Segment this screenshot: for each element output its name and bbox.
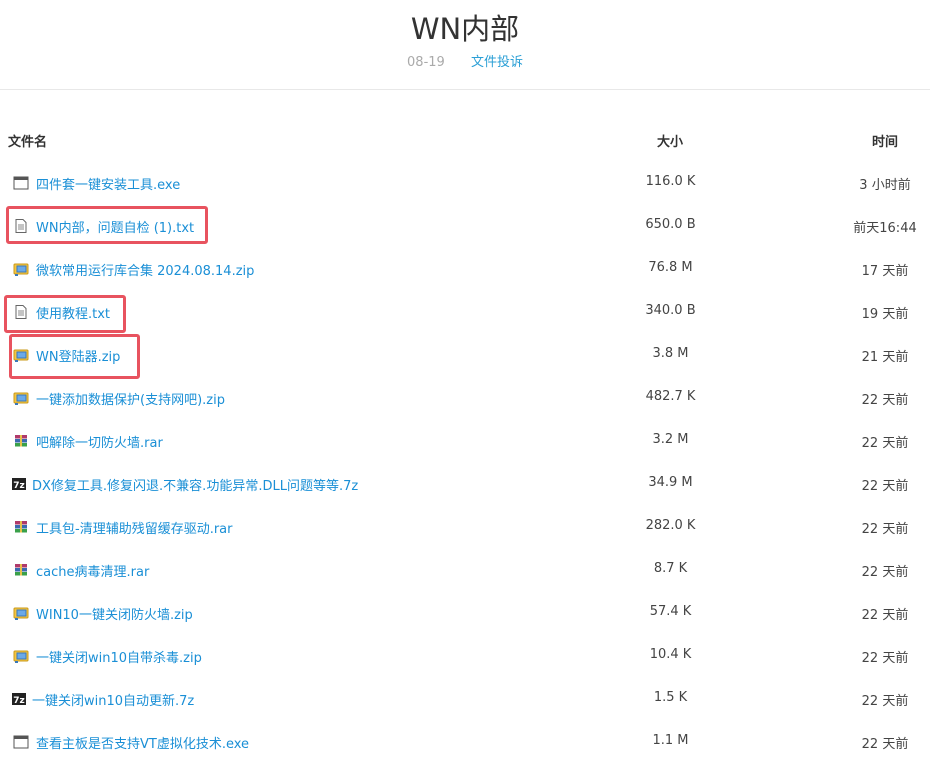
file-list: 四件套一键安装工具.exe 116.0 K 3 小时前 WN内部，问题自检 (1).t… <box>0 161 930 763</box>
zip-folder-icon <box>13 390 29 406</box>
file-name-link[interactable]: DX修复工具.修复闪退.不兼容.功能异常.DLL问题等等.7z <box>32 475 358 494</box>
file-size: 650.0 B <box>645 217 696 232</box>
page-meta: 08-19 文件投诉 <box>0 51 930 70</box>
file-size: 8.7 K <box>653 561 688 576</box>
page-title: WN内部 <box>410 12 520 46</box>
file-name-link[interactable]: 吧解除一切防火墙.rar <box>36 432 163 451</box>
file-table: 文件名 大小 时间 四件套一键安装工具.exe 116.0 K 3 小时前 WN内部，… <box>0 118 930 763</box>
svg-text:7z: 7z <box>13 481 25 491</box>
file-row[interactable]: WN登陆器.zip 3.8 M 21 天前 <box>0 333 930 376</box>
file-row[interactable]: 工具包-清理辅助残留缓存驱动.rar 282.0 K 22 天前 <box>0 505 930 548</box>
file-time: 3 小时前 <box>859 178 911 193</box>
file-time: 22 天前 <box>861 393 909 408</box>
zip-folder-icon <box>13 261 29 277</box>
report-link[interactable]: 文件投诉 <box>471 55 523 70</box>
file-name-link[interactable]: 使用教程.txt <box>36 303 110 322</box>
file-size: 1.1 M <box>652 733 689 748</box>
file-size: 34.9 M <box>648 475 693 490</box>
file-time: 22 天前 <box>861 694 909 709</box>
window-icon <box>13 175 29 191</box>
column-header-time[interactable]: 时间 <box>872 131 898 150</box>
file-size: 1.5 K <box>653 690 688 705</box>
file-time: 22 天前 <box>861 522 909 537</box>
window-icon <box>13 734 29 750</box>
file-row[interactable]: 7z DX修复工具.修复闪退.不兼容.功能异常.DLL问题等等.7z 34.9 M 2… <box>0 462 930 505</box>
file-row[interactable]: 四件套一键安装工具.exe 116.0 K 3 小时前 <box>0 161 930 204</box>
zip-folder-icon <box>13 605 29 621</box>
file-name-link[interactable]: 查看主板是否支持VT虚拟化技术.exe <box>36 733 249 752</box>
file-time: 22 天前 <box>861 608 909 623</box>
file-name-link[interactable]: 一键关闭win10自动更新.7z <box>32 690 194 709</box>
rar-archive-icon <box>13 519 29 535</box>
text-file-icon <box>13 304 29 320</box>
file-name-link[interactable]: cache病毒清理.rar <box>36 561 149 580</box>
svg-text:7z: 7z <box>13 696 25 706</box>
rar-archive-icon <box>13 433 29 449</box>
file-name-link[interactable]: WIN10一键关闭防火墙.zip <box>36 604 193 623</box>
file-name-link[interactable]: 工具包-清理辅助残留缓存驱动.rar <box>36 518 232 537</box>
file-row[interactable]: WN内部，问题自检 (1).txt 650.0 B 前天16:44 <box>0 204 930 247</box>
page-header: WN内部 08-19 文件投诉 <box>0 0 930 90</box>
7z-archive-icon: 7z <box>11 691 27 707</box>
file-size: 340.0 B <box>645 303 696 318</box>
file-row[interactable]: cache病毒清理.rar 8.7 K 22 天前 <box>0 548 930 591</box>
file-name-link[interactable]: 四件套一键安装工具.exe <box>36 174 180 193</box>
file-name-link[interactable]: 一键关闭win10自带杀毒.zip <box>36 647 202 666</box>
file-name-link[interactable]: 微软常用运行库合集 2024.08.14.zip <box>36 260 254 279</box>
column-header-size[interactable]: 大小 <box>657 131 683 150</box>
file-row[interactable]: 一键添加数据保护(支持网吧).zip 482.7 K 22 天前 <box>0 376 930 419</box>
file-time: 22 天前 <box>861 565 909 580</box>
file-row[interactable]: 微软常用运行库合集 2024.08.14.zip 76.8 M 17 天前 <box>0 247 930 290</box>
file-row[interactable]: 吧解除一切防火墙.rar 3.2 M 22 天前 <box>0 419 930 462</box>
file-size: 57.4 K <box>649 604 692 619</box>
file-size: 76.8 M <box>648 260 693 275</box>
file-time: 22 天前 <box>861 479 909 494</box>
file-size: 116.0 K <box>645 174 696 189</box>
file-row[interactable]: 7z 一键关闭win10自动更新.7z 1.5 K 22 天前 <box>0 677 930 720</box>
rar-archive-icon <box>13 562 29 578</box>
file-size: 482.7 K <box>645 389 696 404</box>
file-size: 10.4 K <box>649 647 692 662</box>
file-time: 19 天前 <box>861 307 909 322</box>
file-row[interactable]: 查看主板是否支持VT虚拟化技术.exe 1.1 M 22 天前 <box>0 720 930 763</box>
file-time: 22 天前 <box>861 737 909 752</box>
column-header-name[interactable]: 文件名 <box>8 131 47 150</box>
table-header: 文件名 大小 时间 <box>0 118 930 161</box>
file-row[interactable]: 使用教程.txt 340.0 B 19 天前 <box>0 290 930 333</box>
text-file-icon <box>13 218 29 234</box>
file-name-link[interactable]: 一键添加数据保护(支持网吧).zip <box>36 389 225 408</box>
file-row[interactable]: WIN10一键关闭防火墙.zip 57.4 K 22 天前 <box>0 591 930 634</box>
file-name-link[interactable]: WN内部，问题自检 (1).txt <box>36 217 194 236</box>
file-size: 3.8 M <box>652 346 689 361</box>
file-time: 17 天前 <box>861 264 909 279</box>
zip-folder-icon <box>13 347 29 363</box>
file-time: 21 天前 <box>861 350 909 365</box>
file-size: 3.2 M <box>652 432 689 447</box>
file-name-link[interactable]: WN登陆器.zip <box>36 346 120 365</box>
7z-archive-icon: 7z <box>11 476 27 492</box>
share-date: 08-19 <box>407 55 445 70</box>
zip-folder-icon <box>13 648 29 664</box>
file-row[interactable]: 一键关闭win10自带杀毒.zip 10.4 K 22 天前 <box>0 634 930 677</box>
file-time: 前天16:44 <box>853 221 917 236</box>
file-size: 282.0 K <box>645 518 696 533</box>
file-time: 22 天前 <box>861 436 909 451</box>
file-time: 22 天前 <box>861 651 909 666</box>
